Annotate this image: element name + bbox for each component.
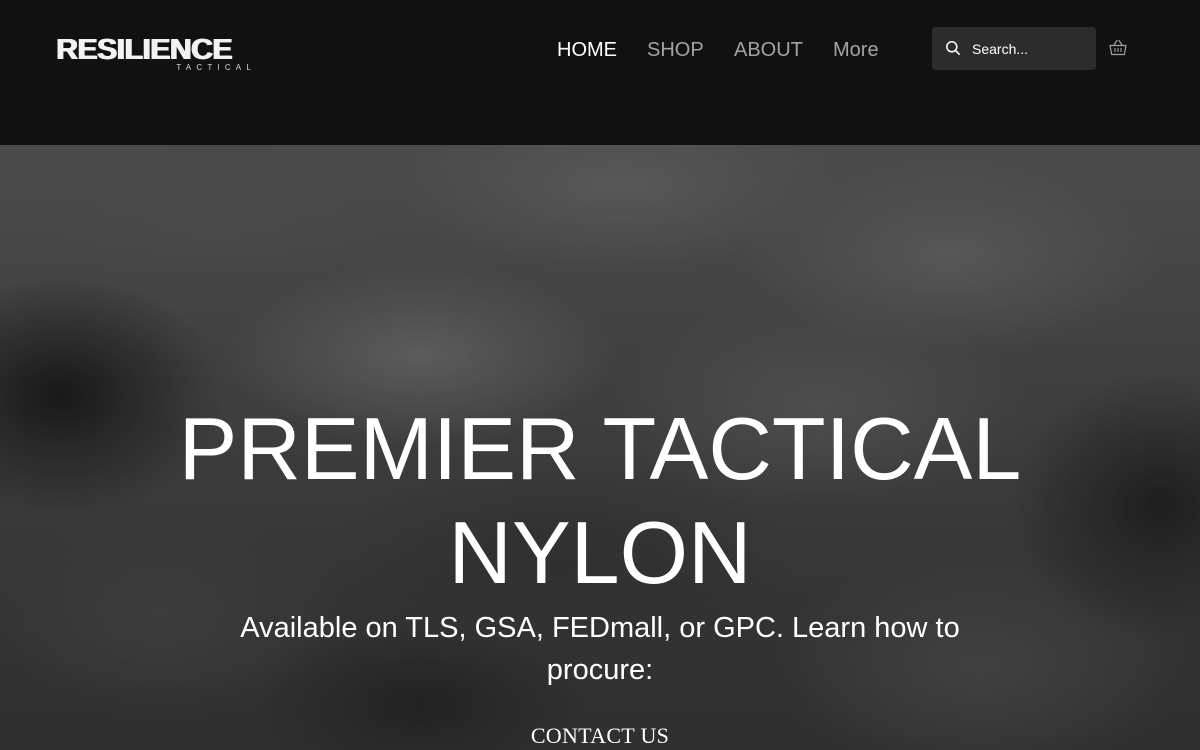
page: RESILIENCE TACTICAL HOME SHOP ABOUT More… — [0, 0, 1200, 750]
hero-section: PREMIER TACTICAL NYLON Available on TLS,… — [0, 145, 1200, 750]
search-input[interactable] — [972, 27, 1090, 70]
nav-more-menu[interactable]: More — [833, 38, 879, 62]
logo-wordmark: RESILIENCE — [56, 34, 232, 66]
search-bar[interactable] — [932, 27, 1096, 70]
nav-about-link[interactable]: ABOUT — [734, 38, 803, 62]
contact-us-button[interactable]: CONTACT US — [450, 719, 750, 750]
nav-shop-link[interactable]: SHOP — [647, 38, 704, 62]
hero-title: PREMIER TACTICAL NYLON — [178, 399, 1022, 602]
hero-subtitle: Available on TLS, GSA, FEDmall, or GPC. … — [240, 612, 960, 686]
shopping-basket-icon[interactable] — [1108, 38, 1128, 58]
search-icon[interactable] — [945, 40, 961, 56]
site-header: RESILIENCE TACTICAL HOME SHOP ABOUT More — [0, 0, 1200, 145]
nav-home-link[interactable]: HOME — [557, 38, 617, 62]
logo-tagline: TACTICAL — [176, 63, 256, 72]
site-logo[interactable]: RESILIENCE TACTICAL — [56, 34, 258, 74]
